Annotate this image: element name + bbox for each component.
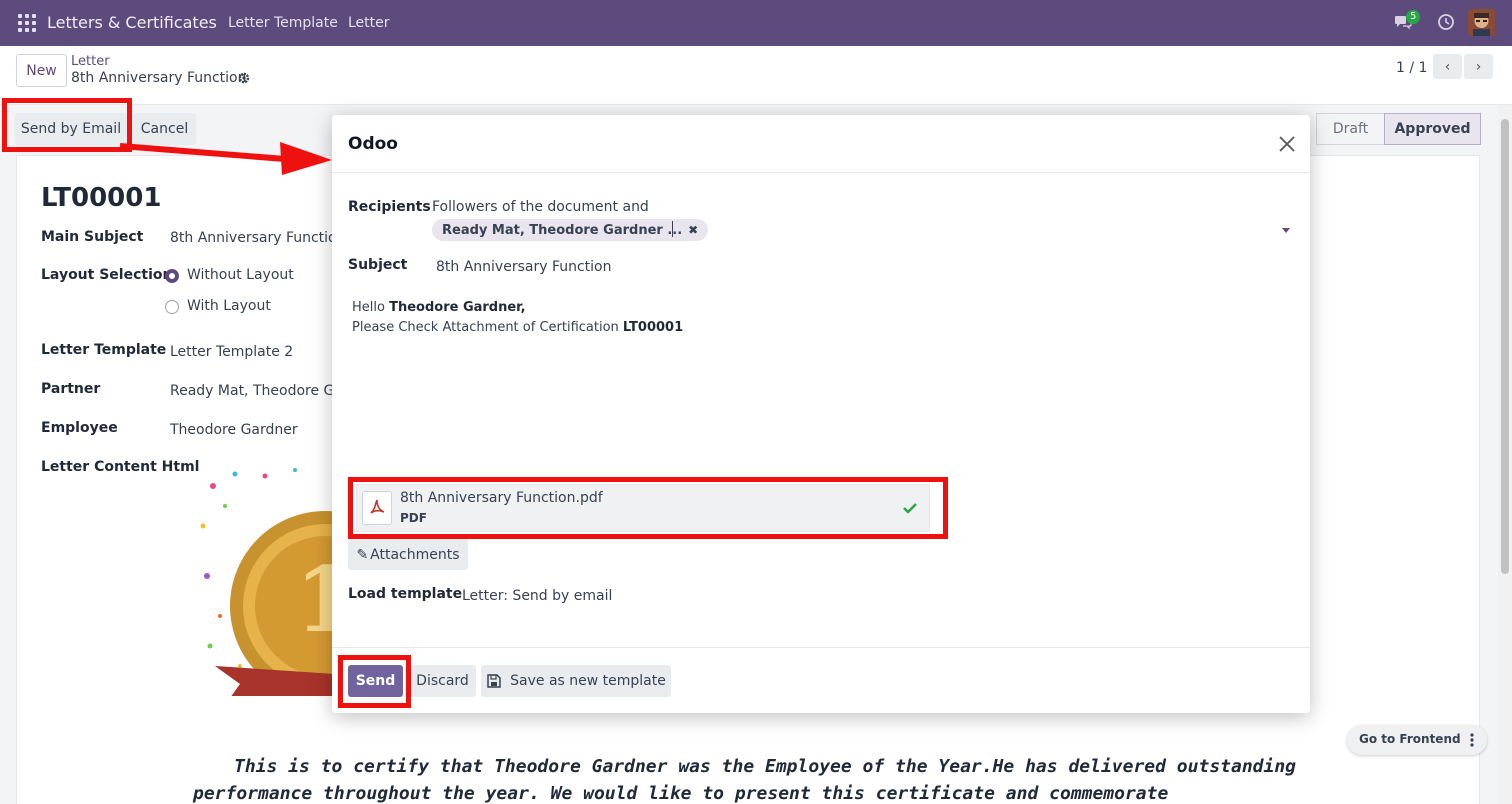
recipients-label: Recipients [348, 199, 431, 215]
highlight-attachment [348, 477, 948, 539]
partner-value[interactable]: Ready Mat, Theodore Gar [170, 383, 349, 399]
main-subject-value[interactable]: 8th Anniversary Function [170, 230, 346, 246]
page-scrollbar[interactable] [1498, 105, 1512, 804]
go-to-frontend-label[interactable]: Go to Frontend [1359, 732, 1461, 746]
discard-button[interactable]: Discard [409, 665, 476, 697]
dialog-title: Odoo [348, 134, 398, 154]
email-body-line-2[interactable]: Please Check Attachment of Certification… [352, 320, 683, 335]
letter-template-value[interactable]: Letter Template 2 [170, 344, 293, 360]
close-icon[interactable] [1278, 135, 1296, 153]
remove-tag-icon[interactable]: ✖ [688, 223, 698, 237]
save-as-template-label: Save as new template [510, 673, 666, 689]
nav-link-letter[interactable]: Letter [348, 15, 390, 31]
dialog-header: Odoo [332, 115, 1310, 173]
pager-prev-icon[interactable]: ‹ [1433, 54, 1462, 79]
employee-label: Employee [41, 420, 118, 436]
body-recipient-name: Theodore Gardner, [389, 300, 526, 315]
load-template-select[interactable]: Letter: Send by email [462, 588, 612, 604]
scrollbar-thumb[interactable] [1501, 119, 1509, 574]
certificate-line-2: performance throughout the year. We woul… [193, 783, 1169, 804]
chat-count-badge: 5 [1406, 10, 1421, 24]
attachments-button[interactable]: ✎ Attachments [348, 539, 468, 570]
control-panel: New Letter 8th Anniversary Function 1 / … [0, 46, 1512, 105]
record-name: 8th Anniversary Function [71, 70, 247, 86]
body-reference: LT00001 [622, 320, 684, 335]
top-navbar: Letters & Certificates Letter Template L… [0, 0, 1512, 46]
send-email-dialog: Odoo Recipients Followers of the documen… [332, 115, 1310, 713]
recipients-input[interactable] [672, 221, 673, 237]
main-subject-label: Main Subject [41, 229, 144, 245]
highlight-arrow [120, 142, 332, 175]
status-bar: Draft Approved [1316, 113, 1481, 145]
record-reference: LT00001 [41, 183, 162, 213]
dropdown-caret-icon[interactable] [1282, 228, 1290, 233]
highlight-send-button [338, 655, 411, 708]
radio-with-layout-label[interactable]: With Layout [187, 298, 271, 314]
kebab-menu-icon[interactable] [1470, 733, 1474, 747]
subject-input[interactable]: 8th Anniversary Function [436, 259, 612, 275]
email-body-line-1[interactable]: Hello Theodore Gardner, [352, 300, 526, 315]
recipients-text: Followers of the document and [432, 199, 649, 215]
attachments-button-label: Attachments [370, 546, 460, 563]
radio-without-layout-label[interactable]: Without Layout [187, 267, 294, 283]
user-avatar[interactable] [1468, 9, 1495, 36]
dialog-footer: Send Discard Save as new template [332, 647, 1310, 713]
clock-icon[interactable] [1437, 13, 1455, 31]
employee-value[interactable]: Theodore Gardner [170, 422, 298, 438]
go-to-frontend[interactable]: Go to Frontend [1347, 725, 1487, 755]
partner-label: Partner [41, 381, 101, 397]
status-approved[interactable]: Approved [1384, 113, 1481, 145]
save-icon [487, 674, 501, 688]
pager-next-icon[interactable]: › [1464, 54, 1493, 79]
status-draft[interactable]: Draft [1316, 113, 1384, 145]
paperclip-icon: ✎ [356, 546, 369, 563]
letter-content-label: Letter Content Html [41, 459, 200, 475]
apps-grid-icon[interactable] [18, 14, 36, 32]
breadcrumb-parent[interactable]: Letter [71, 54, 110, 69]
radio-with-layout[interactable] [165, 300, 179, 314]
certificate-text: This is to certify that Theodore Gardner… [193, 753, 1343, 804]
radio-without-layout[interactable] [165, 269, 179, 283]
load-template-label: Load template [348, 586, 463, 602]
recipient-tag[interactable]: Ready Mat, Theodore Gardner ... ✖ [432, 219, 709, 241]
new-button[interactable]: New [16, 54, 67, 87]
highlight-send-by-email [2, 98, 132, 152]
letter-template-label: Letter Template [41, 342, 167, 358]
pager-value[interactable]: 1 / 1 [1396, 60, 1427, 76]
subject-label: Subject [348, 257, 408, 273]
body-hello: Hello [352, 300, 390, 315]
save-as-template-button[interactable]: Save as new template [481, 665, 671, 697]
body-line-2-text: Please Check Attachment of Certification [352, 320, 623, 335]
gear-icon[interactable] [238, 72, 250, 84]
nav-link-letter-template[interactable]: Letter Template [228, 15, 338, 31]
app-name[interactable]: Letters & Certificates [47, 13, 217, 32]
layout-selection-label: Layout Selection [41, 267, 173, 283]
certificate-line-1: This is to certify that Theodore Gardner… [234, 756, 1297, 777]
recipient-tag-label: Ready Mat, Theodore Gardner ... [442, 222, 683, 238]
